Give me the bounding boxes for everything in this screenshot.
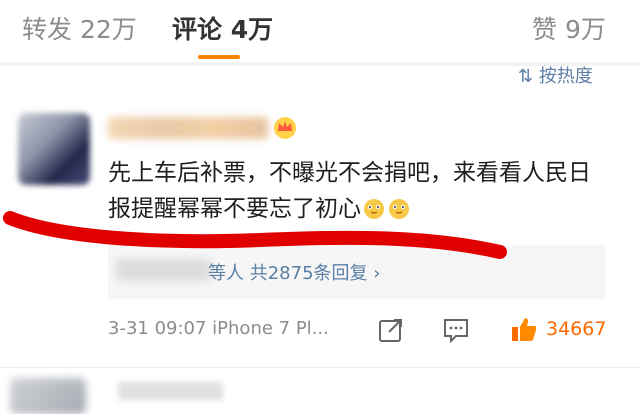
thumbs-up-icon[interactable] [510, 315, 538, 343]
like-count: 34667 [546, 318, 607, 340]
comment-item: 先上车后补票，不曝光不会捐吧，来看看人民日报提醒幂幂不要忘了初心 等人 共287… [0, 95, 640, 365]
comment-body: 先上车后补票，不曝光不会捐吧，来看看人民日报提醒幂幂不要忘了初心 [108, 160, 591, 222]
tab-bar: 转发 22万 评论 4万 赞 9万 [0, 0, 640, 62]
comment-divider [0, 367, 640, 368]
replier-names-blurred [116, 259, 211, 281]
comment-icon[interactable] [442, 317, 470, 343]
comment-text: 先上车后补票，不曝光不会捐吧，来看看人民日报提醒幂幂不要忘了初心 [108, 155, 608, 227]
next-comment-username-blurred[interactable] [118, 382, 223, 400]
tab-like[interactable]: 赞 9万 [532, 10, 606, 46]
dog-emoji-icon [389, 199, 409, 219]
sort-by-hot-button[interactable]: ⇅ 按热度 [518, 62, 593, 88]
crown-icon [274, 117, 296, 139]
tab-repost[interactable]: 转发 22万 [22, 10, 137, 46]
replies-count-link[interactable]: 等人 共2875条回复 › [208, 259, 380, 285]
next-comment-avatar-blurred[interactable] [10, 378, 86, 414]
tab-comment[interactable]: 评论 4万 [172, 10, 273, 46]
dog-emoji-icon [364, 199, 384, 219]
comment-meta: 3-31 09:07 iPhone 7 Pl... [108, 318, 329, 339]
share-icon[interactable] [378, 317, 404, 343]
active-tab-indicator [198, 55, 240, 59]
username-blurred[interactable] [108, 117, 268, 139]
sort-label: 按热度 [538, 66, 593, 87]
avatar[interactable] [18, 113, 90, 185]
replies-preview[interactable]: 等人 共2875条回复 › [108, 245, 606, 299]
